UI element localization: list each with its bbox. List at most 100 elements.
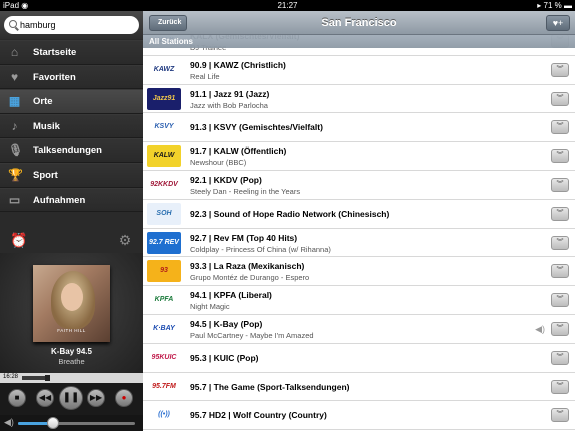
station-title: 95.7 | The Game (Sport-Talksendungen) [190,381,350,392]
timeshift-bar[interactable]: 16:28 [0,373,143,383]
station-logo: KSVY [147,116,181,139]
menu-item-label: Orte [33,96,53,108]
station-logo: 92.7 REV [147,231,181,254]
station-now-playing: Newshour (BBC) [190,158,247,168]
station-logo: 93 LaRaza [147,260,181,283]
page-title: San Francisco [321,17,397,29]
station-row[interactable]: KPFA 94.1 | KPFA (Liberal) Night Magic ︾ [143,286,575,315]
station-title: 94.1 | KPFA (Liberal) [190,290,272,301]
station-row[interactable]: SOH 92.3 | Sound of Hope Radio Network (C… [143,199,575,229]
station-logo: K·BAY [147,317,181,340]
menu-item-label: Aufnahmen [33,194,86,206]
station-now-playing: Jazz with Bob Parlocha [190,100,268,110]
station-title: 91.1 | Jazz 91 (Jazz) [190,88,270,99]
microphone-icon: 🎙 [8,143,24,158]
station-now-playing: Coldplay - Princess Of China (w/ Rihanna… [190,244,331,254]
search-input[interactable]: hamburg [4,16,139,34]
battery-indicator: ▸ 71 % ▬ [537,1,572,10]
volume-slider-knob[interactable] [47,417,59,429]
timeshift-handle[interactable] [45,375,50,381]
station-now-playing: Night Magic [190,302,230,312]
station-now-playing: Steely Dan - Reeling in the Years [190,186,301,196]
station-row[interactable]: 95.7FM 95.7 | The Game (Sport-Talksendung… [143,372,575,402]
expand-chevron-icon[interactable]: ︾ [551,177,569,192]
menu-item-label: Startseite [33,47,77,58]
station-row[interactable]: Jazz91 91.1 | Jazz 91 (Jazz) Jazz with Bob… [143,84,575,114]
station-row[interactable]: KSVY 91.3 | KSVY (Gemischtes/Vielfalt) ︾ [143,113,575,143]
menu-item-label: Sport [33,169,58,181]
cover-text: FAITH HILL [57,328,86,333]
station-logo: 92KKDV [147,173,181,196]
search-icon [9,20,17,28]
expand-chevron-icon[interactable]: ︾ [551,321,569,336]
rewind-button[interactable]: ◀◀ [36,389,54,407]
main-menu: ⌂ Startseite ♥ Favoriten ▦ Orte ♪ Musik 🎙 Talksen… [0,40,143,213]
station-title: 92.1 | KKDV (Pop) [190,174,262,185]
menu-item-label: Musik [33,120,60,132]
back-button[interactable]: Zurück [149,15,188,31]
add-favorite-button[interactable]: ♥+ [546,15,570,31]
expand-chevron-icon[interactable]: ︾ [551,91,569,106]
elapsed-time: 16:28 [3,374,19,380]
menu-item-talksendungen[interactable]: 🎙 Talksendungen [0,138,143,163]
gear-icon[interactable]: ⚙ [117,232,133,248]
stop-button[interactable]: ■ [8,389,26,407]
station-logo: KAWZ [147,58,181,81]
player-controls: ■ ◀◀ ❚❚ ▶▶ ● [0,383,143,415]
menu-item-aufnahmen[interactable]: ▭ Aufnahmen [0,187,143,213]
station-logo: KPFA [147,289,181,312]
station-row[interactable]: KALW 91.7 | KALW (Öffentlich) Newshour (BB… [143,142,575,171]
expand-chevron-icon[interactable]: ︾ [551,206,569,221]
album-cover: FAITH HILL [33,265,110,342]
station-row[interactable]: 95KUIC 95.3 | KUIC (Pop) ︾ [143,343,575,373]
expand-chevron-icon[interactable]: ︾ [551,350,569,365]
station-panel: KALXKALX (Gemischtes/Vielfalt)DJ Trainee… [143,11,575,431]
station-title: 91.3 | KSVY (Gemischtes/Vielfalt) [190,122,323,133]
clock: 21:27 [277,1,298,10]
station-row[interactable]: ((•)) 95.7 HD2 | Wolf Country (Country) ︾ [143,401,575,431]
station-logo: SOH [147,202,181,225]
forward-button[interactable]: ▶▶ [87,389,105,407]
cassette-icon: ▭ [8,192,21,207]
now-playing-station: K-Bay 94.5 [51,347,92,356]
alarm-clock-icon[interactable]: ⏰ [10,232,27,248]
station-now-playing: Real Life [190,71,220,81]
station-title: 91.7 | KALW (Öffentlich) [190,146,287,157]
search-value: hamburg [20,20,56,30]
expand-chevron-icon[interactable]: ︾ [551,120,569,135]
menu-item-musik[interactable]: ♪ Musik [0,113,143,139]
expand-chevron-icon[interactable]: ︾ [551,62,569,77]
station-title: 92.3 | Sound of Hope Radio Network (Chin… [190,208,390,219]
menu-item-sport[interactable]: 🏆 Sport [0,162,143,188]
now-playing: FAITH HILL K-Bay 94.5 Breathe [0,253,143,383]
pause-button[interactable]: ❚❚ [59,386,83,410]
expand-chevron-icon[interactable]: ︾ [551,293,569,308]
sidebar: hamburg ⌂ Startseite ♥ Favoriten ▦ Orte ♪ Musik… [0,11,143,431]
expand-chevron-icon[interactable]: ︾ [551,235,569,250]
station-row[interactable]: 92KKDV 92.1 | KKDV (Pop) Steely Dan - Reel… [143,170,575,200]
menu-item-orte[interactable]: ▦ Orte [0,89,143,114]
expand-chevron-icon[interactable]: ︾ [551,408,569,423]
station-logo: Jazz91 [147,87,181,110]
map-icon: ▦ [8,94,21,109]
station-row[interactable]: KAWZ 90.9 | KAWZ (Christlich) Real Life ︾ [143,55,575,85]
station-now-playing: Paul McCartney - Maybe I'm Amazed [190,330,314,340]
expand-chevron-icon[interactable]: ︾ [551,264,569,279]
station-row[interactable]: 92.7 REV 92.7 | Rev FM (Top 40 Hits) Coldp… [143,228,575,258]
menu-item-favoriten[interactable]: ♥ Favoriten [0,64,143,90]
station-row[interactable]: 93 LaRaza 93.3 | La Raza (Mexikanisch)Gru… [143,257,575,287]
menu-item-startseite[interactable]: ⌂ Startseite [0,40,143,65]
heart-icon: ♥ [10,69,19,84]
station-title: 93.3 | La Raza (Mexikanisch) [190,261,305,272]
station-title: 95.7 HD2 | Wolf Country (Country) [190,410,327,421]
home-icon: ⌂ [10,45,19,59]
station-logo: 95.7FM [147,375,181,398]
expand-chevron-icon[interactable]: ︾ [551,379,569,394]
station-row[interactable]: K·BAY 94.5 | K-Bay (Pop) Paul McCartney - … [143,314,575,344]
volume-control: ◀) [0,415,143,431]
station-logo: KALW [147,145,181,168]
expand-chevron-icon[interactable]: ︾ [551,149,569,164]
record-button[interactable]: ● [115,389,133,407]
station-logo: 95KUIC [147,346,181,369]
menu-item-label: Favoriten [33,71,76,83]
